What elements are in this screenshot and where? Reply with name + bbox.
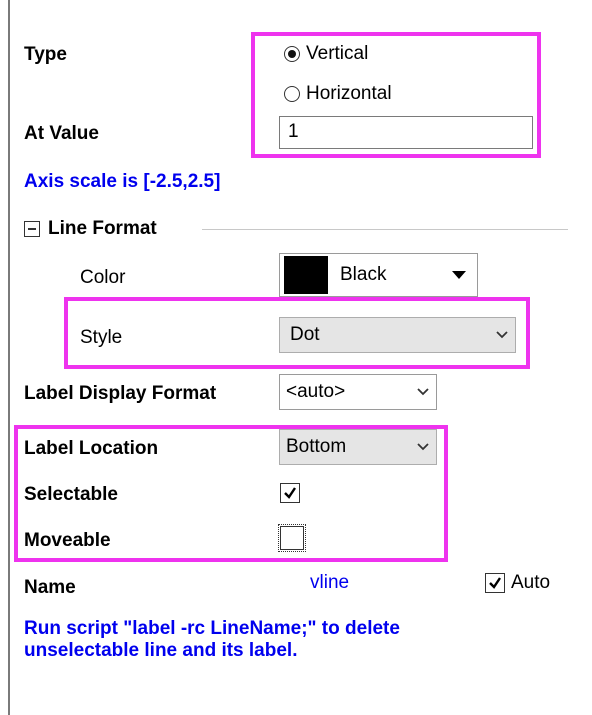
auto-label: Auto <box>511 572 551 593</box>
checkmark-icon <box>284 487 296 499</box>
dropdown-triangle-icon <box>441 271 477 279</box>
chevron-down-icon <box>489 331 515 339</box>
hint-text: Run script "label -rc LineName;" to dele… <box>24 618 400 661</box>
selectable-checkbox[interactable] <box>280 483 300 503</box>
line-format-header[interactable]: Line Format <box>24 218 157 240</box>
color-swatch <box>284 256 328 294</box>
style-value: Dot <box>290 324 320 345</box>
radio-vertical[interactable]: Vertical <box>284 43 368 65</box>
at-value-input[interactable]: 1 <box>279 116 533 149</box>
label-location-value: Bottom <box>286 436 347 457</box>
label-location-dropdown[interactable]: Bottom <box>279 429 437 465</box>
checkmark-icon <box>489 577 501 589</box>
line-format-title: Line Format <box>48 218 157 239</box>
selectable-label: Selectable <box>24 484 118 505</box>
moveable-checkbox[interactable] <box>278 524 306 552</box>
style-label: Style <box>80 327 123 348</box>
label-display-format-dropdown[interactable]: <auto> <box>279 374 437 410</box>
label-display-format-label: Label Display Format <box>24 383 217 404</box>
label-location-label: Label Location <box>24 438 159 459</box>
chevron-down-icon <box>410 388 436 396</box>
at-value-label: At Value <box>24 123 99 144</box>
section-divider <box>202 229 568 230</box>
name-label: Name <box>24 577 76 598</box>
type-label: Type <box>24 44 67 65</box>
style-dropdown[interactable]: Dot <box>279 317 516 353</box>
moveable-label: Moveable <box>24 530 111 551</box>
color-label: Color <box>80 267 126 288</box>
collapse-minus-icon[interactable] <box>24 221 40 237</box>
radio-horizontal[interactable]: Horizontal <box>284 83 392 105</box>
radio-selected-icon <box>284 46 300 62</box>
radio-horizontal-label: Horizontal <box>306 83 392 104</box>
radio-unselected-icon <box>284 86 300 102</box>
name-value[interactable]: vline <box>310 572 349 594</box>
axis-scale-text: Axis scale is [-2.5,2.5] <box>24 171 221 192</box>
auto-checkbox[interactable] <box>485 573 505 593</box>
color-value: Black <box>340 264 387 285</box>
label-display-format-value: <auto> <box>286 381 346 402</box>
chevron-down-icon <box>410 443 436 451</box>
color-dropdown[interactable]: Black <box>279 253 478 297</box>
radio-vertical-label: Vertical <box>306 43 369 64</box>
